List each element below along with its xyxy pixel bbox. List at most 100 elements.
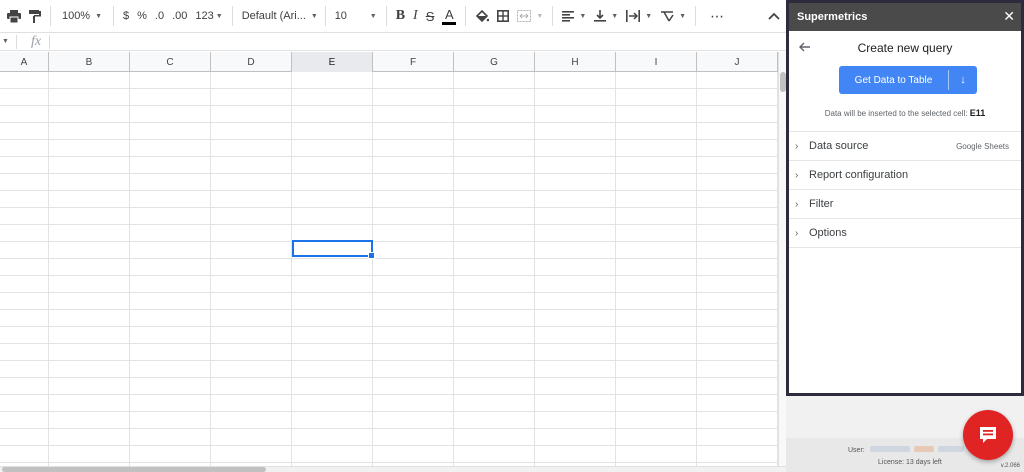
column-header[interactable]: J xyxy=(697,52,778,72)
column-header[interactable]: B xyxy=(49,52,130,72)
toolbar-divider xyxy=(465,6,467,26)
increase-decimals-button[interactable]: .00 xyxy=(168,4,191,28)
caret-down-icon: ▼ xyxy=(645,12,653,20)
section-label: Data source xyxy=(809,140,869,152)
user-label: User: xyxy=(848,447,865,454)
fx-icon: fx xyxy=(30,33,42,49)
toolbar-divider xyxy=(324,6,326,26)
zoom-select[interactable]: 100% ▼ xyxy=(56,4,108,28)
column-headers: A B C D E F G H I J xyxy=(0,52,778,72)
column-header-selected[interactable]: E xyxy=(292,52,373,72)
font-size-value: 10 xyxy=(334,10,347,22)
column-header[interactable]: F xyxy=(373,52,454,72)
toolbar-divider xyxy=(695,6,697,26)
horizontal-scrollbar[interactable] xyxy=(0,466,786,472)
print-icon xyxy=(7,9,21,23)
toolbar-divider xyxy=(552,6,554,26)
selected-cell[interactable] xyxy=(292,240,375,259)
sidebar-panel: Supermetrics ✕ Create new query Get Data… xyxy=(789,3,1021,393)
paint-format-button[interactable] xyxy=(25,4,45,28)
merge-cells-button[interactable]: ▼ xyxy=(513,4,547,28)
query-title: Create new query xyxy=(857,41,953,55)
section-options[interactable]: › Options xyxy=(789,219,1021,248)
italic-button[interactable]: I xyxy=(409,4,422,28)
chevron-right-icon: › xyxy=(795,140,799,152)
decrease-decimals-button[interactable]: .0 xyxy=(151,4,168,28)
app: 100% ▼ $ % .0 .00 123 ▼ Default (Ari... … xyxy=(0,0,1024,472)
borders-button[interactable] xyxy=(493,4,513,28)
strikethrough-button[interactable]: S xyxy=(422,4,439,28)
redacted-user-info xyxy=(938,446,964,452)
cell-grid[interactable] xyxy=(0,72,778,466)
caret-down-icon: ▼ xyxy=(310,12,318,20)
formula-input[interactable] xyxy=(50,34,786,50)
zoom-value: 100% xyxy=(61,10,91,22)
text-rotation-icon xyxy=(661,11,674,22)
insert-info-text: Data will be inserted to the selected ce… xyxy=(824,109,968,118)
column-header[interactable]: I xyxy=(616,52,697,72)
sidebar-title: Supermetrics xyxy=(797,11,868,23)
toolbar-divider xyxy=(113,6,114,26)
horizontal-scroll-thumb[interactable] xyxy=(2,467,266,472)
column-header[interactable]: G xyxy=(454,52,535,72)
bold-button[interactable]: B xyxy=(392,4,409,28)
font-value: Default (Ari... xyxy=(241,10,306,22)
align-bottom-icon xyxy=(594,10,607,22)
print-button[interactable] xyxy=(3,4,25,28)
chevron-right-icon: › xyxy=(795,198,799,210)
toolbar-divider xyxy=(385,6,387,26)
chevron-up-icon xyxy=(768,12,780,20)
text-rotation-button[interactable]: ▼ xyxy=(656,4,690,28)
text-wrap-button[interactable]: ▼ xyxy=(622,4,656,28)
align-left-icon xyxy=(562,10,575,22)
version-text: v.2.066 xyxy=(1000,463,1020,469)
arrow-down-icon[interactable]: ↓ xyxy=(949,74,977,86)
chat-bubble-icon xyxy=(980,427,996,443)
caret-down-icon: ▼ xyxy=(369,12,377,20)
section-report-configuration[interactable]: › Report configuration xyxy=(789,161,1021,190)
section-label: Options xyxy=(809,227,847,239)
section-label: Report configuration xyxy=(809,169,909,181)
toolbar-divider xyxy=(50,6,51,26)
paint-bucket-icon xyxy=(476,9,490,22)
text-color-button[interactable]: A xyxy=(438,4,460,28)
vertical-align-button[interactable]: ▼ xyxy=(590,4,622,28)
column-header[interactable]: A xyxy=(0,52,49,72)
paint-roller-icon xyxy=(29,9,41,23)
more-formats-label: 123 xyxy=(195,10,214,22)
redacted-user-info xyxy=(914,446,934,452)
caret-down-icon: ▼ xyxy=(215,12,223,20)
column-header[interactable]: C xyxy=(130,52,211,72)
more-formats-select[interactable]: 123 ▼ xyxy=(191,4,226,28)
sidebar-header: Supermetrics ✕ xyxy=(789,3,1021,31)
more-options-button[interactable]: ⋯ xyxy=(701,4,733,28)
supermetrics-sidebar: Supermetrics ✕ Create new query Get Data… xyxy=(786,0,1024,472)
get-data-button[interactable]: Get Data to Table ↓ xyxy=(839,66,977,94)
column-header[interactable]: H xyxy=(535,52,616,72)
toolbar-divider xyxy=(231,6,233,26)
font-size-select[interactable]: 10 ▼ xyxy=(331,4,381,28)
percent-format-button[interactable]: % xyxy=(133,4,151,28)
font-select[interactable]: Default (Ari... ▼ xyxy=(238,4,320,28)
caret-down-icon: ▼ xyxy=(579,12,587,20)
redacted-user-info xyxy=(870,446,910,452)
text-color-letter: A xyxy=(445,7,454,22)
fill-color-button[interactable] xyxy=(471,4,493,28)
section-value: Google Sheets xyxy=(956,141,1009,151)
section-filter[interactable]: › Filter xyxy=(789,190,1021,219)
query-sections: › Data source Google Sheets › Report con… xyxy=(789,131,1021,248)
collapse-toolbar-button[interactable] xyxy=(764,4,784,28)
currency-format-button[interactable]: $ xyxy=(119,4,133,28)
chat-button[interactable] xyxy=(963,410,1013,460)
horizontal-align-button[interactable]: ▼ xyxy=(558,4,590,28)
name-box-caret-icon[interactable]: ▼ xyxy=(2,38,9,45)
formula-divider xyxy=(15,34,17,49)
text-color-swatch xyxy=(442,22,457,25)
column-header[interactable]: D xyxy=(211,52,292,72)
borders-icon xyxy=(497,10,510,22)
license-text: License: 13 days left xyxy=(878,459,942,466)
sidebar-panel-frame: Supermetrics ✕ Create new query Get Data… xyxy=(786,0,1024,396)
close-icon[interactable]: ✕ xyxy=(1003,9,1015,23)
section-data-source[interactable]: › Data source Google Sheets xyxy=(789,132,1021,161)
vertical-scrollbar[interactable] xyxy=(778,52,786,466)
